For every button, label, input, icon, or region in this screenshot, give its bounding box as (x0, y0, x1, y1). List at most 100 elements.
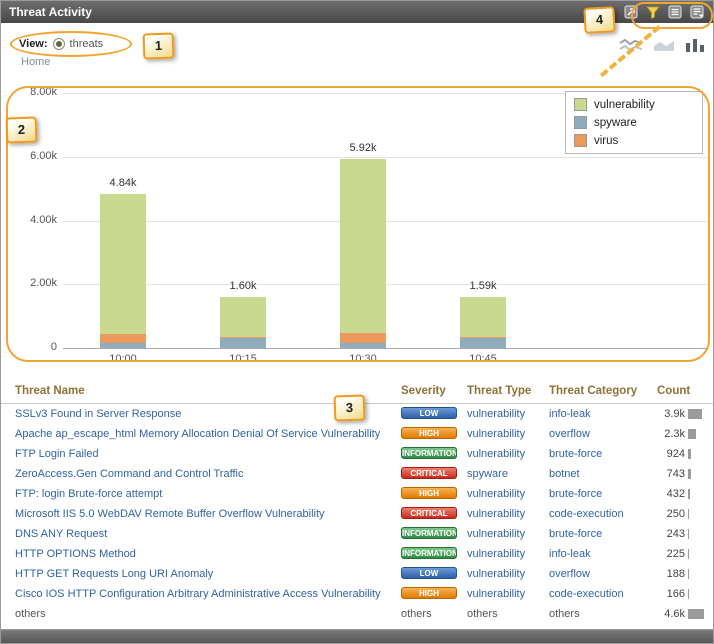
bar-segment-spyware[interactable] (100, 343, 146, 348)
column-header-threat-name[interactable]: Threat Name (1, 385, 401, 397)
threat-name[interactable]: FTP Login Failed (15, 448, 99, 460)
legend-item-virus[interactable]: virus (574, 134, 690, 147)
breadcrumb-home[interactable]: Home (21, 56, 50, 68)
count-value: 243 (657, 528, 685, 540)
filter-icon[interactable] (645, 4, 661, 20)
view-selector: View: threats (19, 34, 103, 54)
y-axis-label: 8.00k (7, 86, 57, 98)
bar-segment-vulnerability[interactable] (220, 297, 266, 337)
count-bar (688, 409, 702, 419)
area-chart-icon[interactable] (653, 38, 675, 52)
threat-name[interactable]: HTTP OPTIONS Method (15, 548, 136, 560)
threat-type[interactable]: vulnerability (467, 528, 525, 540)
bar-segment-vulnerability[interactable] (460, 297, 506, 337)
legend-label: spyware (594, 117, 637, 129)
threat-type[interactable]: vulnerability (467, 568, 525, 580)
threat-name[interactable]: DNS ANY Request (15, 528, 107, 540)
bar-segment-spyware[interactable] (340, 343, 386, 348)
severity-badge: HIGH (401, 587, 457, 599)
threat-category[interactable]: info-leak (549, 548, 591, 560)
count-bar (688, 609, 704, 619)
threat-type[interactable]: vulnerability (467, 488, 525, 500)
count-bar (688, 509, 689, 519)
threat-type[interactable]: vulnerability (467, 588, 525, 600)
legend-swatch (574, 98, 587, 111)
severity-badge: INFORMATIONAL (401, 547, 457, 559)
threat-name[interactable]: ZeroAccess.Gen Command and Control Traff… (15, 468, 243, 480)
threat-category[interactable]: brute-force (549, 488, 602, 500)
count-bar (688, 549, 689, 559)
table-row: Cisco IOS HTTP Configuration Arbitrary A… (1, 584, 714, 604)
bar-value-label: 1.59k (423, 280, 543, 292)
export-icon[interactable] (689, 4, 705, 20)
chart-bar[interactable] (220, 297, 266, 348)
threat-name[interactable]: Microsoft IIS 5.0 WebDAV Remote Buffer O… (15, 508, 325, 520)
threat-type[interactable]: vulnerability (467, 408, 525, 420)
table-row: others others others others 4.6k (1, 604, 714, 624)
view-radio-threats[interactable] (53, 38, 65, 50)
threat-category[interactable]: brute-force (549, 448, 602, 460)
threat-category[interactable]: code-execution (549, 588, 624, 600)
chart-bar[interactable] (100, 194, 146, 348)
column-header-threat-category[interactable]: Threat Category (549, 385, 657, 397)
chart-type-switcher (619, 38, 705, 52)
table-row: ZeroAccess.Gen Command and Control Traff… (1, 464, 714, 484)
count-bar (688, 429, 696, 439)
bar-value-label: 4.84k (63, 177, 183, 189)
line-chart-icon[interactable] (619, 38, 643, 52)
threat-category[interactable]: brute-force (549, 528, 602, 540)
x-axis-label: 10:00 (63, 353, 183, 365)
threat-category[interactable]: code-execution (549, 508, 624, 520)
column-header-threat-type[interactable]: Threat Type (467, 385, 549, 397)
bar-segment-virus[interactable] (340, 333, 386, 343)
legend-item-vulnerability[interactable]: vulnerability (574, 98, 690, 111)
threat-type: others (467, 608, 498, 620)
bar-value-label: 5.92k (303, 142, 423, 154)
threat-type[interactable]: vulnerability (467, 428, 525, 440)
threat-category[interactable]: overflow (549, 568, 590, 580)
count-bar (688, 529, 689, 539)
y-axis-label: 6.00k (7, 150, 57, 162)
threat-name[interactable]: HTTP GET Requests Long URI Anomaly (15, 568, 213, 580)
legend-swatch (574, 134, 587, 147)
count-bar (688, 569, 689, 579)
bar-segment-spyware[interactable] (220, 338, 266, 348)
bar-value-label: 1.60k (183, 280, 303, 292)
column-chart-icon[interactable] (685, 38, 705, 52)
bar-segment-spyware[interactable] (460, 338, 506, 348)
threat-activity-widget: Threat Activity View: threats Home (0, 0, 714, 644)
threat-name[interactable]: Cisco IOS HTTP Configuration Arbitrary A… (15, 588, 381, 600)
bar-segment-virus[interactable] (100, 334, 146, 343)
chart-bar[interactable] (460, 297, 506, 348)
severity-badge: LOW (401, 567, 457, 579)
y-axis-label: 2.00k (7, 277, 57, 289)
count-value: 743 (657, 468, 685, 480)
threat-type[interactable]: vulnerability (467, 448, 525, 460)
x-axis-label: 10:15 (183, 353, 303, 365)
count-value: 225 (657, 548, 685, 560)
legend-item-spyware[interactable]: spyware (574, 116, 690, 129)
threat-category[interactable]: info-leak (549, 408, 591, 420)
column-header-severity[interactable]: Severity (401, 385, 467, 397)
count-bar (688, 589, 689, 599)
column-header-count[interactable]: Count (657, 385, 714, 397)
chart-bar[interactable] (340, 159, 386, 348)
bar-segment-vulnerability[interactable] (100, 194, 146, 334)
legend-label: virus (594, 135, 618, 147)
threat-type[interactable]: vulnerability (467, 548, 525, 560)
list-icon[interactable] (667, 4, 683, 20)
bar-segment-vulnerability[interactable] (340, 159, 386, 333)
threat-category[interactable]: overflow (549, 428, 590, 440)
x-axis-label: 10:45 (423, 353, 543, 365)
threat-type[interactable]: vulnerability (467, 508, 525, 520)
count-value: 924 (657, 448, 685, 460)
threat-type[interactable]: spyware (467, 468, 508, 480)
threat-table: Threat Name Severity Threat Type Threat … (1, 379, 714, 624)
table-row: FTP: login Brute-force attempt HIGH vuln… (1, 484, 714, 504)
threat-name[interactable]: Apache ap_escape_html Memory Allocation … (15, 428, 380, 440)
threat-name[interactable]: SSLv3 Found in Server Response (15, 408, 181, 420)
threat-name[interactable]: FTP: login Brute-force attempt (15, 488, 162, 500)
maximize-icon[interactable] (623, 4, 639, 20)
threat-category[interactable]: botnet (549, 468, 580, 480)
table-row: HTTP GET Requests Long URI Anomaly LOW v… (1, 564, 714, 584)
